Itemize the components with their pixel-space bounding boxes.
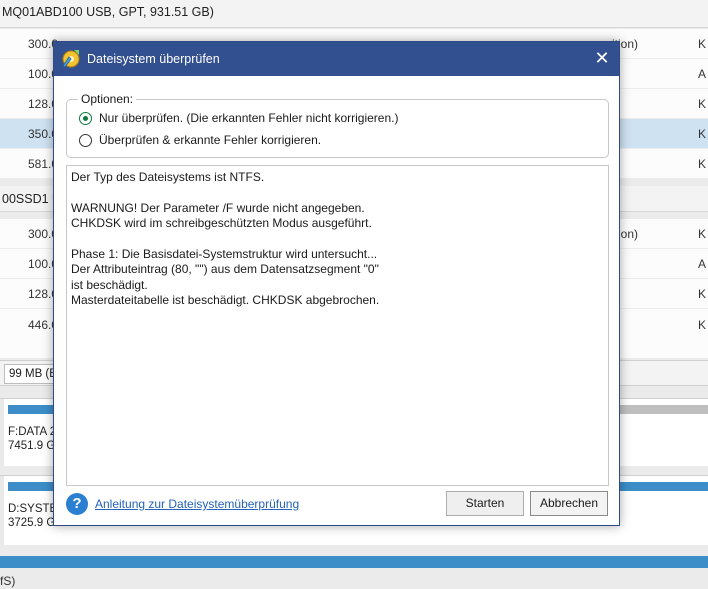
output-line: Phase 1: Die Basisdatei-Systemstruktur w… [71,246,378,261]
options-legend: Optionen: [78,92,137,106]
partition-status: K [698,157,707,171]
partition-status: K [698,97,707,111]
close-icon[interactable]: ✕ [585,42,619,76]
radio-check-only[interactable] [79,111,92,125]
partition-name: F:DATA 2 [8,426,57,438]
disk-map-cell [0,399,4,466]
options-group: Optionen: Nur überprüfen. (Die erkannten… [66,92,609,158]
app-icon [60,47,82,69]
option-check-and-fix[interactable]: Überprüfen & erkannte Fehler korrigieren… [79,132,321,148]
partition-status: K [698,287,707,301]
output-line: Der Attributeintrag (80, "") aus dem Dat… [71,262,379,277]
disk-map-cell [0,476,4,545]
chkdsk-output-box[interactable]: Der Typ des Dateisystems ist NTFS. WARNU… [66,165,609,486]
partition-capacity: 3725.9 G [8,517,56,529]
output-line: Masterdateitabelle ist beschädigt. CHKDS… [71,293,380,308]
partition-usage-bar [0,556,708,568]
output-line: ist beschädigt. [71,277,148,292]
output-line: Der Typ des Dateisystems ist NTFS. [71,170,265,184]
option-check-only[interactable]: Nur überprüfen. (Die erkannten Fehler ni… [79,110,398,126]
partition-status: A [698,67,707,81]
partition-type: fS) [0,574,16,588]
partition-status: A [698,257,707,271]
output-line: WARNUNG! Der Parameter /F wurde nicht an… [71,200,365,215]
partition-status: K [698,37,707,51]
start-button[interactable]: Starten [446,491,524,516]
help-guide-link[interactable]: Anleitung zur Dateisystemüberprüfung [95,497,299,511]
option-label: Nur überprüfen. (Die erkannten Fehler ni… [99,111,399,125]
partition-status: K [698,227,707,241]
option-label: Überprüfen & erkannte Fehler korrigieren… [99,133,322,147]
dialog-title: Dateisystem überprüfen [87,52,220,66]
help-icon[interactable]: ? [66,493,88,515]
output-line: CHKDSK wird im schreibgeschützten Modus … [71,216,372,231]
radio-check-and-fix[interactable] [79,133,92,147]
check-filesystem-dialog: Dateisystem überprüfen ✕ Optionen: Nur ü… [53,41,620,526]
partition-status: K [698,127,707,141]
partition-capacity: 7451.9 G [8,440,56,452]
cancel-button[interactable]: Abbrechen [530,491,608,516]
dialog-titlebar[interactable]: Dateisystem überprüfen ✕ [54,42,619,76]
disk1-header[interactable]: MQ01ABD100 USB, GPT, 931.51 GB) [0,0,708,28]
partition-usage-bar [620,405,708,414]
partition-status: K [698,318,707,332]
